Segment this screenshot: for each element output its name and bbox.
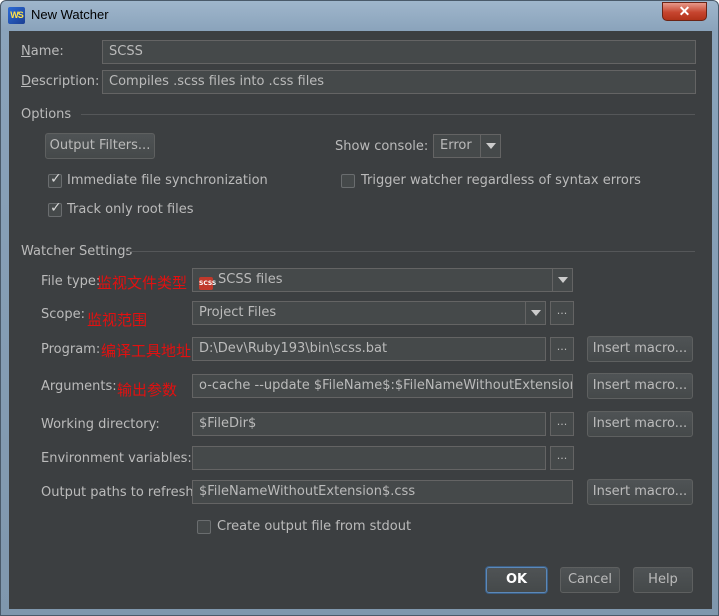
working-directory-browse-button[interactable]: ...: [550, 412, 574, 436]
close-button[interactable]: ✕: [662, 2, 707, 21]
options-section-title: Options: [21, 107, 72, 122]
environment-variables-field[interactable]: [192, 446, 546, 470]
watcher-settings-title: Watcher Settings: [21, 244, 133, 259]
program-annotation: 编译工具地址: [101, 342, 192, 360]
working-directory-label: Working directory:: [41, 417, 160, 432]
program-field[interactable]: D:\Dev\Ruby193\bin\scss.bat: [192, 337, 546, 361]
output-filters-button[interactable]: Output Filters...: [45, 133, 155, 159]
scope-browse-button[interactable]: ...: [550, 301, 574, 325]
working-directory-insert-macro-button[interactable]: Insert macro...: [587, 411, 693, 437]
arguments-field[interactable]: o-cache --update $FileName$:$FileNameWit…: [192, 374, 573, 398]
scope-select[interactable]: Project Files: [192, 301, 546, 325]
name-label-rest: ame:: [30, 44, 64, 59]
description-label: Description:: [21, 74, 100, 89]
options-separator: [81, 114, 695, 115]
ok-button[interactable]: OK: [486, 567, 547, 593]
watcher-settings-separator: [126, 251, 695, 252]
create-output-label: Create output file from stdout: [217, 519, 412, 534]
arguments-annotation: 输出参数: [117, 381, 178, 399]
scope-value: Project Files: [199, 305, 277, 320]
scope-annotation: 监视范围: [87, 311, 148, 329]
scope-label: Scope:: [41, 307, 85, 322]
file-type-annotation: 监视文件类型: [97, 274, 188, 292]
create-output-checkbox[interactable]: [197, 520, 211, 534]
dialog-content: Name: SCSS Description: Compiles .scss f…: [9, 31, 712, 609]
program-insert-macro-button[interactable]: Insert macro...: [587, 336, 693, 362]
help-button[interactable]: Help: [633, 567, 693, 593]
immediate-sync-checkbox[interactable]: [48, 171, 62, 188]
file-type-select[interactable]: SCSS SCSS files: [192, 268, 573, 292]
window-title: New Watcher: [31, 7, 109, 22]
name-field[interactable]: SCSS: [102, 40, 696, 64]
program-browse-button[interactable]: ...: [550, 337, 574, 361]
scss-file-icon: SCSS: [199, 277, 216, 290]
track-root-checkbox[interactable]: [48, 200, 62, 217]
dialog-window: WS New Watcher ✕ Name: SCSS Description:…: [0, 0, 719, 616]
arguments-label: Arguments:: [41, 379, 117, 394]
title-bar[interactable]: WS New Watcher ✕: [1, 1, 718, 29]
working-directory-field[interactable]: $FileDir$: [192, 412, 546, 436]
immediate-sync-label: Immediate file synchronization: [67, 173, 268, 188]
chevron-down-icon[interactable]: [552, 269, 572, 291]
output-paths-field[interactable]: $FileNameWithoutExtension$.css: [192, 480, 573, 504]
trigger-watcher-checkbox[interactable]: [341, 174, 355, 188]
output-paths-insert-macro-button[interactable]: Insert macro...: [587, 479, 693, 505]
name-label: Name:: [21, 44, 64, 59]
description-label-rest: escription:: [31, 74, 100, 89]
trigger-watcher-label: Trigger watcher regardless of syntax err…: [361, 173, 641, 188]
chevron-down-icon[interactable]: [480, 135, 500, 157]
program-label: Program:: [41, 342, 101, 357]
webstorm-app-icon: WS: [8, 7, 25, 24]
show-console-value: Error: [440, 138, 472, 153]
chevron-down-icon[interactable]: [525, 302, 545, 324]
environment-variables-label: Environment variables:: [41, 451, 192, 466]
arguments-insert-macro-button[interactable]: Insert macro...: [587, 373, 693, 399]
show-console-label: Show console:: [335, 139, 429, 154]
file-type-value: SCSS files: [218, 272, 283, 287]
track-root-label: Track only root files: [67, 202, 194, 217]
description-field[interactable]: Compiles .scss files into .css files: [102, 70, 696, 94]
cancel-button[interactable]: Cancel: [560, 567, 620, 593]
environment-variables-browse-button[interactable]: ...: [550, 446, 574, 470]
show-console-select[interactable]: Error: [433, 134, 501, 158]
output-paths-label: Output paths to refresh:: [41, 485, 199, 500]
file-type-label: File type:: [41, 274, 101, 289]
